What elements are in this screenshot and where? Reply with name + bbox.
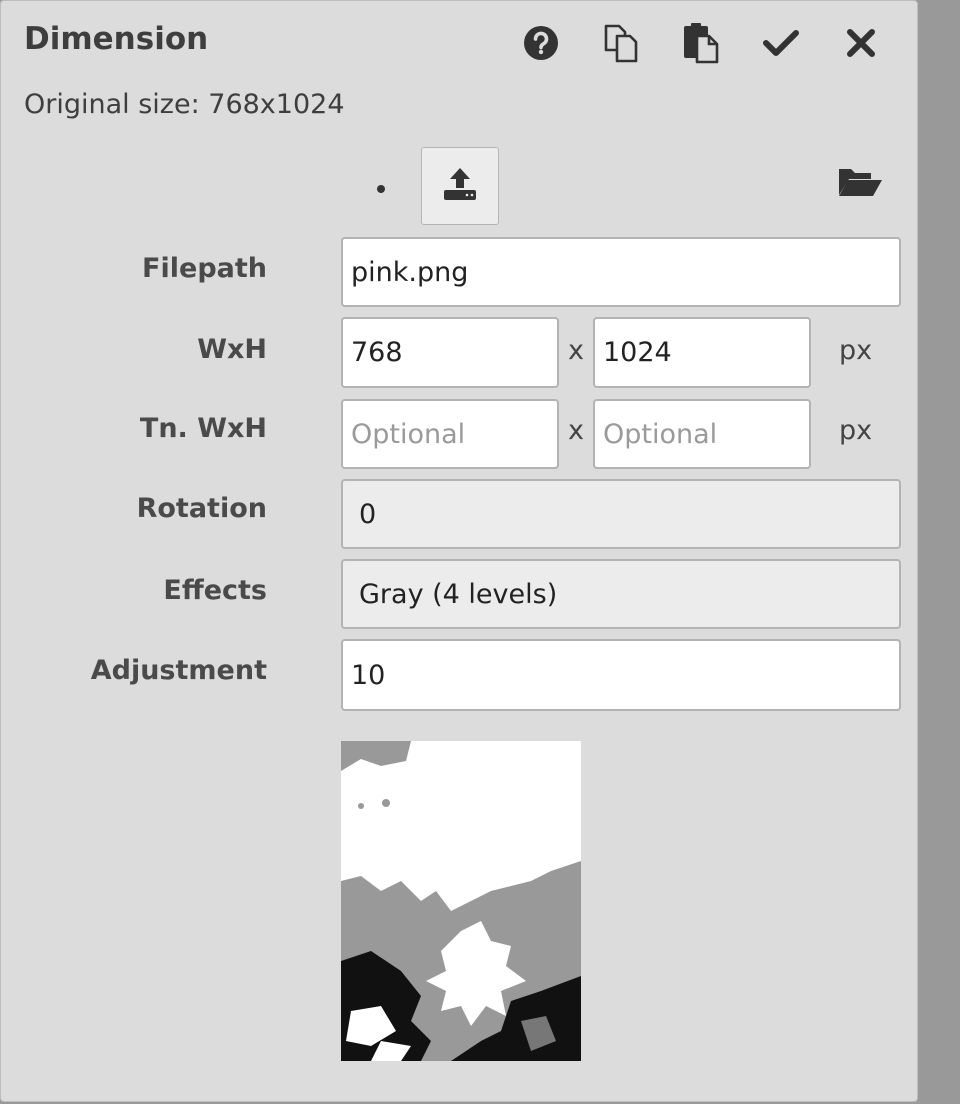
open-folder-button[interactable] — [835, 163, 885, 205]
rotation-select[interactable]: 0 — [341, 479, 901, 549]
wxh-label: WxH — [197, 334, 267, 365]
rotation-label: Rotation — [136, 493, 267, 524]
check-icon — [762, 28, 800, 58]
wxh-separator: x — [568, 335, 584, 366]
tn-height-input[interactable]: Optional — [593, 399, 811, 469]
adjustment-input[interactable]: 10 — [341, 639, 901, 711]
paste-icon — [680, 22, 722, 64]
close-icon — [846, 28, 876, 58]
dimension-dialog: Dimension Original size: 768x1024 Filepa… — [0, 0, 918, 1102]
upload-icon — [442, 166, 478, 206]
width-input[interactable]: 768 — [341, 317, 559, 388]
wxh-unit: px — [839, 335, 873, 366]
filepath-label: Filepath — [142, 253, 267, 284]
folder-open-icon — [837, 165, 883, 203]
status-dot — [377, 185, 385, 193]
filepath-input[interactable]: pink.png — [341, 237, 901, 307]
tn-wxh-unit: px — [839, 415, 873, 446]
adjustment-label: Adjustment — [90, 655, 267, 686]
original-size-text: Original size: 768x1024 — [24, 89, 345, 120]
upload-button[interactable] — [421, 147, 499, 225]
tn-wxh-label: Tn. WxH — [139, 413, 267, 444]
help-button[interactable] — [516, 19, 566, 67]
copy-icon — [600, 22, 642, 64]
toolbar — [1, 19, 919, 69]
height-input[interactable]: 1024 — [593, 317, 811, 388]
scrollbar[interactable] — [920, 0, 960, 1104]
confirm-button[interactable] — [756, 19, 806, 67]
effects-label: Effects — [163, 575, 267, 606]
effects-select[interactable]: Gray (4 levels) — [341, 559, 901, 629]
copy-button[interactable] — [596, 19, 646, 67]
help-circle-icon — [523, 25, 559, 61]
close-button[interactable] — [836, 19, 886, 67]
tn-width-input[interactable]: Optional — [341, 399, 559, 469]
image-preview — [341, 741, 581, 1061]
tn-wxh-separator: x — [568, 415, 584, 446]
paste-button[interactable] — [676, 19, 726, 67]
